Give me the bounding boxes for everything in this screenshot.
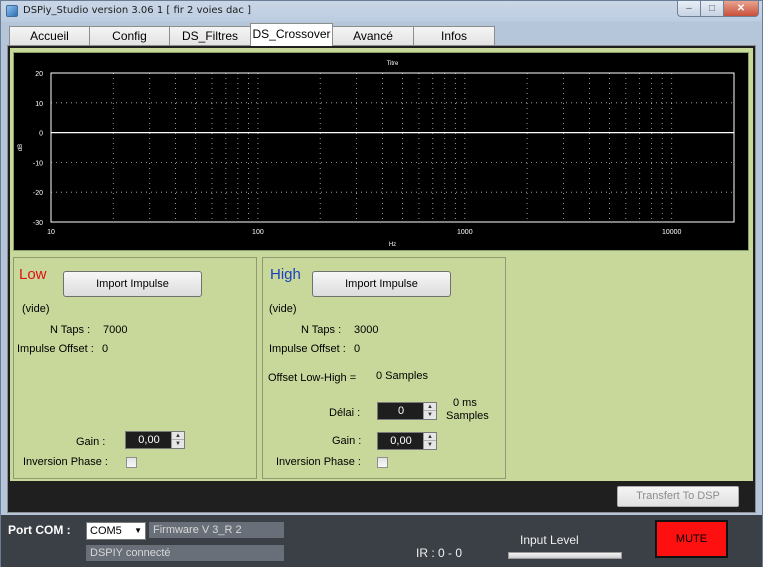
port-com-value[interactable]: COM5 [90, 525, 122, 537]
low-inversion-checkbox[interactable] [126, 457, 137, 468]
high-ntaps-value: 3000 [354, 324, 379, 336]
plot-frame [50, 72, 735, 223]
y-tick-label: -20 [33, 190, 43, 197]
high-delai-label: Délai : [329, 407, 361, 419]
high-offset-value: 0 [354, 343, 361, 355]
y-tick-label: -10 [33, 160, 43, 167]
high-delai-value[interactable]: 0 [378, 403, 424, 419]
tab-accueil[interactable]: Accueil [9, 26, 90, 46]
app-icon [6, 5, 18, 17]
chart-svg: 20100-10-20-3010 100 1000 10000TitreHzdB [18, 61, 735, 248]
high-file-label: (vide) [269, 303, 297, 315]
high-delai-ms: 0 ms [453, 397, 477, 409]
high-offset-lowhigh-value: 0 Samples [376, 370, 428, 382]
spin-down-icon[interactable]: ▼ [172, 440, 184, 448]
x-tick-label: 10000 [662, 229, 682, 236]
high-inversion-checkbox[interactable] [377, 457, 388, 468]
low-ntaps-value: 7000 [103, 324, 128, 336]
chevron-down-icon[interactable]: ▼ [134, 523, 142, 539]
tab-ds-crossover[interactable]: DS_Crossover [250, 23, 333, 46]
x-tick-label: 100 [252, 229, 264, 236]
minimize-button[interactable]: – [677, 1, 701, 17]
high-delai-spin[interactable]: ▲ ▼ [423, 403, 436, 419]
input-level-bar [508, 552, 622, 559]
low-offset-label: Impulse Offset : [17, 343, 94, 355]
low-gain-stepper[interactable]: 0,00 ▲ ▼ [125, 431, 185, 449]
low-gain-spin[interactable]: ▲ ▼ [171, 432, 184, 448]
y-tick-label: 20 [35, 71, 43, 78]
title-bar: DSPiy_Studio version 3.06 1 [ fir 2 voie… [1, 1, 762, 21]
spin-down-icon[interactable]: ▼ [424, 441, 436, 449]
spin-down-icon[interactable]: ▼ [424, 411, 436, 419]
high-group: High Import Impulse (vide) N Taps : 3000… [262, 257, 506, 479]
input-level-label: Input Level [520, 533, 579, 547]
high-import-impulse-button[interactable]: Import Impulse [312, 271, 451, 297]
spin-up-icon[interactable]: ▲ [424, 403, 436, 411]
spin-up-icon[interactable]: ▲ [424, 433, 436, 441]
y-tick-label: 0 [39, 131, 43, 138]
low-file-label: (vide) [22, 303, 50, 315]
status-bar: Port COM : COM5 ▼ Firmware V 3_R 2 DSPIY… [1, 515, 762, 567]
tab-infos[interactable]: Infos [413, 26, 495, 46]
app-window: DSPiy_Studio version 3.06 1 [ fir 2 voie… [0, 0, 763, 567]
high-inversion-label: Inversion Phase : [276, 456, 361, 468]
transfer-to-dsp-button[interactable]: Transfert To DSP [617, 486, 739, 507]
frequency-response-chart: 20 10 0 -10 -20 -30 10 100 1000 10000 Titre Hz dB [13, 52, 749, 251]
low-ntaps-label: N Taps : [50, 324, 91, 336]
x-axis-label: Hz [389, 242, 396, 248]
high-gain-value[interactable]: 0,00 [378, 433, 424, 449]
port-com-select[interactable]: COM5 ▼ [86, 522, 146, 540]
tab-content: 20 10 0 -10 -20 -30 10 100 1000 10000 Titre Hz dB Lo… [7, 45, 756, 513]
y-tick-label: -30 [33, 220, 43, 227]
crossover-panel: 20 10 0 -10 -20 -30 10 100 1000 10000 Titre Hz dB Lo… [10, 48, 753, 481]
high-delai-samples: Samples [446, 410, 489, 422]
high-offset-label: Impulse Offset : [269, 343, 346, 355]
window-title: DSPiy_Studio version 3.06 1 [ fir 2 voie… [23, 5, 251, 16]
low-gain-value[interactable]: 0,00 [126, 432, 172, 448]
spin-up-icon[interactable]: ▲ [172, 432, 184, 440]
maximize-button[interactable]: □ [700, 1, 724, 17]
high-offset-lowhigh-label: Offset Low-High = [268, 372, 357, 384]
connection-status: DSPIY connecté [86, 545, 284, 561]
close-button[interactable]: ✕ [723, 1, 759, 17]
low-title: Low [19, 266, 47, 283]
x-tick-label: 1000 [457, 229, 473, 236]
firmware-status: Firmware V 3_R 2 [149, 522, 284, 538]
port-com-label: Port COM : [8, 523, 71, 537]
mute-button[interactable]: MUTE [655, 520, 728, 558]
tab-bar: Accueil Config DS_Filtres DS_Crossover A… [7, 23, 757, 46]
tab-avance[interactable]: Avancé [332, 26, 414, 46]
low-import-impulse-button[interactable]: Import Impulse [63, 271, 202, 297]
high-ntaps-label: N Taps : [301, 324, 342, 336]
low-inversion-label: Inversion Phase : [23, 456, 108, 468]
high-title: High [270, 266, 301, 283]
low-group: Low Import Impulse (vide) N Taps : 7000 … [13, 257, 257, 479]
low-offset-value: 0 [102, 343, 109, 355]
high-gain-spin[interactable]: ▲ ▼ [423, 433, 436, 449]
tab-ds-filtres[interactable]: DS_Filtres [169, 26, 251, 46]
y-tick-label: 10 [35, 101, 43, 108]
high-delai-stepper[interactable]: 0 ▲ ▼ [377, 402, 437, 420]
ir-status: IR : 0 - 0 [416, 546, 463, 560]
tab-config[interactable]: Config [89, 26, 170, 46]
low-gain-label: Gain : [76, 436, 106, 448]
high-gain-stepper[interactable]: 0,00 ▲ ▼ [377, 432, 437, 450]
chart-title: Titre [387, 61, 399, 67]
high-gain-label: Gain : [332, 435, 362, 447]
x-tick-label: 10 [47, 229, 55, 236]
y-axis-label: dB [18, 144, 24, 151]
